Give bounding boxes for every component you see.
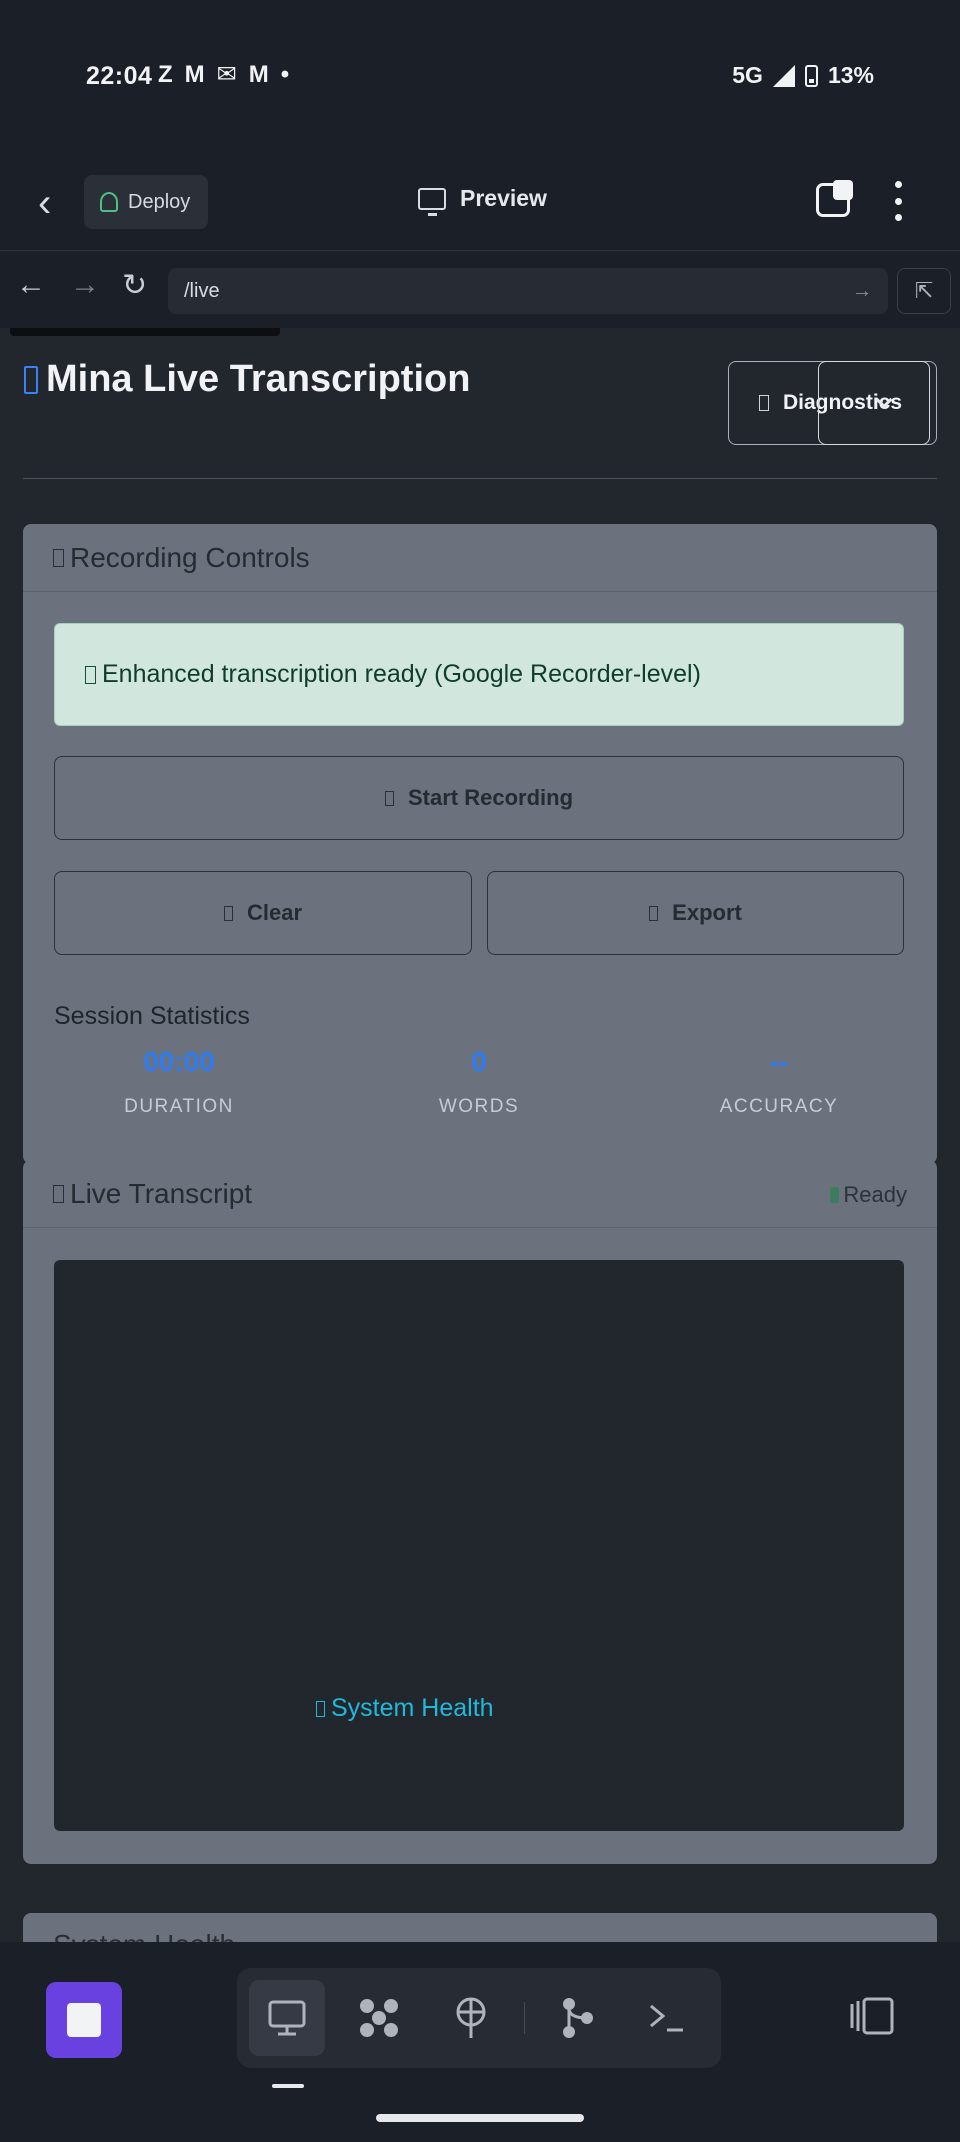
divider (23, 478, 937, 479)
export-button[interactable]: Export (487, 871, 904, 955)
tool-git[interactable] (539, 1980, 615, 2056)
card-title: Recording Controls (70, 541, 310, 573)
notification-icons: Z M ✉ M • (158, 60, 289, 89)
deploy-button[interactable]: Deploy (84, 175, 208, 229)
stat-value: -- (769, 1046, 789, 1077)
go-icon[interactable]: → (852, 280, 872, 303)
page-title-text: Mina Live Transcription (46, 358, 471, 400)
preview-tab[interactable]: Preview (418, 185, 547, 216)
notification-icon: • (280, 60, 290, 88)
status-dot-icon (830, 1187, 840, 1203)
card-title: System Health (53, 1929, 235, 1942)
card-title: Live Transcript (70, 1177, 253, 1209)
stop-button[interactable] (46, 1982, 122, 2058)
tool-workflows[interactable] (341, 1980, 417, 2056)
chevron-down-icon (875, 391, 893, 409)
deploy-icon (456, 1997, 486, 2038)
tool-deploy[interactable] (433, 1980, 509, 2056)
preview-label: Preview (460, 185, 547, 211)
tool-switcher (237, 1968, 721, 2068)
diagnostics-icon (759, 395, 769, 411)
more-options-icon[interactable] (893, 181, 903, 221)
notification-icon: M (248, 60, 269, 88)
battery-icon (804, 64, 818, 87)
page-title: Mina Live Transcription (24, 358, 470, 401)
system-health-link-text: System Health (331, 1694, 494, 1722)
bottom-toolbar (0, 1942, 960, 2142)
battery-level: 13% (827, 62, 874, 88)
stat-label: ACCURACY (719, 1096, 839, 1117)
tool-preview[interactable] (249, 1980, 325, 2056)
stat-label: WORDS (438, 1096, 520, 1117)
url-input[interactable]: /live → (168, 268, 888, 314)
status-badge: Ready (830, 1182, 907, 1208)
reload-icon[interactable]: ↻ (122, 268, 147, 303)
git-icon (563, 1998, 593, 2038)
toolbar-separator (524, 2002, 525, 2034)
system-indicators: 5G 13% (732, 62, 874, 89)
notification-icon: ✉ (216, 61, 237, 88)
recording-controls-card: Recording Controls Enhanced transcriptio… (23, 524, 937, 1164)
stat-duration: 00:00 DURATION (49, 1046, 309, 1118)
record-icon (384, 790, 394, 806)
notification-icon: Z (158, 60, 173, 88)
status-bar: 22:04 Z M ✉ M • 5G 13% (0, 0, 960, 155)
status-time: 22:04 (86, 62, 153, 90)
browser-bar: ← → ↻ /live → ⇱ (0, 252, 960, 328)
transcript-output[interactable]: System Health (54, 1260, 904, 1831)
tabs-icon[interactable] (816, 180, 853, 217)
start-recording-button[interactable]: Start Recording (54, 756, 904, 840)
notification-icon: M (184, 60, 205, 88)
alert-text: Enhanced transcription ready (Google Rec… (102, 660, 701, 688)
deploy-label: Deploy (128, 190, 191, 213)
stat-value: 0 (471, 1046, 487, 1077)
monitor-icon (268, 2000, 306, 2036)
card-header: Live Transcript (23, 1160, 937, 1228)
arrow-forward-icon[interactable]: → (70, 268, 100, 302)
active-tool-indicator (272, 2084, 304, 2088)
side-panels-icon[interactable] (848, 1996, 896, 2036)
diagnostics-dropdown-toggle[interactable] (818, 361, 930, 445)
deploy-icon (100, 192, 118, 212)
session-statistics-heading: Session Statistics (54, 1002, 250, 1030)
app-header: ‹ Deploy Preview (0, 155, 960, 251)
card-header: Recording Controls (23, 524, 937, 592)
home-indicator[interactable] (376, 2114, 584, 2122)
tool-shell[interactable] (629, 1980, 705, 2056)
status-text: Ready (843, 1182, 907, 1207)
stop-icon (67, 2003, 101, 2037)
status-alert: Enhanced transcription ready (Google Rec… (54, 623, 904, 726)
clear-label: Clear (246, 900, 303, 925)
trash-icon (223, 905, 233, 921)
transcript-icon (53, 1184, 64, 1203)
microphone-icon (24, 365, 38, 394)
system-health-link[interactable]: System Health (316, 1694, 494, 1723)
open-external-icon[interactable]: ⇱ (897, 268, 951, 314)
scroll-indicator (10, 328, 280, 336)
monitor-icon (418, 187, 446, 216)
live-transcript-card: Live Transcript Ready System Health (23, 1160, 937, 1864)
system-health-card: System Health (23, 1913, 937, 1942)
web-viewport: Mina Live Transcription Diagnostics Reco… (0, 328, 960, 1942)
export-label: Export (672, 900, 742, 925)
controls-icon (53, 548, 64, 567)
arrow-back-icon[interactable]: ← (16, 268, 46, 302)
stat-words: 0 WORDS (349, 1046, 609, 1118)
check-icon (85, 665, 96, 684)
heart-pulse-icon (316, 1700, 325, 1717)
signal-icon (772, 64, 795, 87)
network-label: 5G (732, 62, 763, 88)
stat-value: 00:00 (143, 1046, 215, 1077)
workflow-icon (360, 1999, 398, 2037)
start-recording-label: Start Recording (407, 785, 574, 810)
download-icon (649, 905, 659, 921)
clear-button[interactable]: Clear (54, 871, 472, 955)
terminal-icon (650, 2004, 683, 2032)
stat-accuracy: -- ACCURACY (649, 1046, 909, 1118)
url-text: /live (184, 279, 220, 302)
stat-label: DURATION (124, 1096, 234, 1117)
back-icon[interactable]: ‹ (38, 183, 74, 223)
